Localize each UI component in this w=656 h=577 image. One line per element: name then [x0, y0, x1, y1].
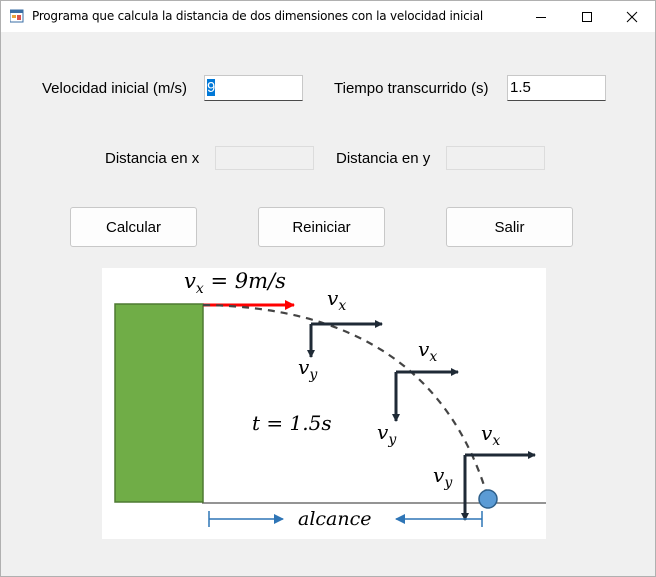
- calculate-button[interactable]: Calcular: [70, 207, 197, 247]
- maximize-button[interactable]: [564, 1, 610, 32]
- time-equation: t = 1.5s: [252, 411, 332, 435]
- exit-button[interactable]: Salir: [446, 207, 573, 247]
- window-title: Programa que calcula la distancia de dos…: [32, 9, 483, 23]
- distance-x-output[interactable]: [215, 146, 314, 170]
- app-icon: [10, 9, 24, 23]
- vx-label-3: vx: [481, 421, 500, 449]
- vy-label-1: vy: [298, 355, 318, 383]
- minimize-button[interactable]: [518, 1, 564, 32]
- vy-label-2: vy: [377, 420, 397, 448]
- maximize-icon: [582, 11, 592, 22]
- projectile-diagram: vx = 9m/s vx vy vx vy vx vy t = 1.5s alc…: [102, 268, 546, 539]
- title-bar: Programa que calcula la distancia de dos…: [1, 1, 655, 32]
- velocity-input[interactable]: 9: [204, 75, 303, 101]
- vx-equation: vx = 9m/s: [184, 269, 286, 297]
- distance-y-label: Distancia en y: [336, 150, 431, 167]
- close-button[interactable]: [609, 1, 655, 32]
- vx-label-1: vx: [327, 286, 346, 314]
- reset-button[interactable]: Reiniciar: [258, 207, 385, 247]
- vy-label-3: vy: [433, 463, 453, 491]
- velocity-label: Velocidad inicial (m/s): [42, 80, 188, 97]
- projectile-ball: [478, 489, 498, 509]
- distance-x-label: Distancia en x: [105, 150, 200, 167]
- time-label: Tiempo transcurrido (s): [334, 80, 489, 97]
- vx-label-2: vx: [418, 337, 437, 365]
- time-input-value: 1.5: [510, 79, 531, 96]
- close-icon: [626, 11, 638, 22]
- minimize-icon: [536, 16, 546, 18]
- velocity-input-value: 9: [207, 79, 216, 96]
- trajectory-path: [202, 303, 490, 499]
- distance-y-output[interactable]: [446, 146, 545, 170]
- cliff-block: [114, 303, 204, 503]
- range-label: alcance: [298, 508, 372, 530]
- app-window: Programa que calcula la distancia de dos…: [0, 0, 656, 577]
- time-input[interactable]: 1.5: [507, 75, 606, 101]
